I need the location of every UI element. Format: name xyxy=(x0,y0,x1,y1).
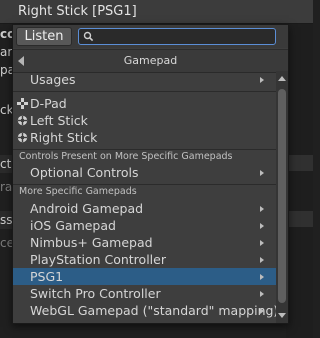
chevron-right-icon xyxy=(260,257,264,263)
chevron-right-icon xyxy=(260,170,264,176)
item-label: Left Stick xyxy=(30,113,88,128)
item-label: PSG1 xyxy=(30,269,64,284)
list-item-gamepad[interactable]: WebGL Gamepad ("standard" mapping) xyxy=(13,302,276,319)
window-title: Right Stick [PSG1] xyxy=(0,0,313,24)
search-input[interactable] xyxy=(97,29,272,44)
listen-button[interactable]: Listen xyxy=(16,27,72,46)
search-icon xyxy=(83,31,94,42)
chevron-right-icon xyxy=(260,223,264,229)
item-label: Android Gamepad xyxy=(30,201,144,216)
list-item-gamepad-selected[interactable]: PSG1 xyxy=(13,268,276,285)
item-label: PlayStation Controller xyxy=(30,252,166,267)
list-item-gamepad[interactable]: Switch Pro Controller xyxy=(13,285,276,302)
chevron-right-icon xyxy=(260,77,264,83)
item-label: Nimbus+ Gamepad xyxy=(30,235,153,250)
chevron-right-icon xyxy=(260,274,264,280)
bg-fragment: ra xyxy=(0,180,13,194)
item-label: Optional Controls xyxy=(30,165,139,180)
chevron-right-icon xyxy=(260,291,264,297)
dpad-icon xyxy=(17,98,28,109)
list-item-gamepad[interactable]: Nimbus+ Gamepad xyxy=(13,234,276,251)
scroll-down-arrow-icon[interactable] xyxy=(278,313,286,318)
item-label: WebGL Gamepad ("standard" mapping) xyxy=(30,303,276,318)
chevron-right-icon xyxy=(260,240,264,246)
scroll-up-arrow-icon[interactable] xyxy=(278,76,286,81)
list-item-gamepad[interactable]: Android Gamepad xyxy=(13,200,276,217)
section-header: More Specific Gamepads xyxy=(19,186,137,197)
item-label: iOS Gamepad xyxy=(30,218,116,233)
list-item-gamepad[interactable]: PlayStation Controller xyxy=(13,251,276,268)
section-header: Controls Present on More Specific Gamepa… xyxy=(19,151,233,162)
popup-toolbar: Listen xyxy=(13,25,288,48)
stick-icon xyxy=(17,115,28,126)
item-label: D-Pad xyxy=(30,96,67,111)
item-label: Right Stick xyxy=(30,130,98,145)
chevron-right-icon xyxy=(260,206,264,212)
scrollbar-thumb[interactable] xyxy=(278,89,286,303)
list-item-right-stick[interactable]: Right Stick xyxy=(13,129,276,146)
stick-icon xyxy=(17,132,28,143)
list-item-optional-controls[interactable]: Optional Controls xyxy=(13,164,276,181)
chevron-right-icon xyxy=(260,308,264,314)
list-item-usages[interactable]: Usages xyxy=(13,71,276,88)
popup-header: Gamepad xyxy=(13,49,288,73)
item-label: Usages xyxy=(30,72,76,87)
control-picker-popup: Listen Gamepad Usages D-Pad Left Stick R… xyxy=(12,24,289,324)
search-box[interactable] xyxy=(78,28,276,45)
list-item-left-stick[interactable]: Left Stick xyxy=(13,112,276,129)
scrollbar[interactable] xyxy=(276,71,288,323)
header-title: Gamepad xyxy=(123,54,178,67)
item-label: Switch Pro Controller xyxy=(30,286,161,301)
control-list: Usages D-Pad Left Stick Right Stick Cont… xyxy=(13,71,276,323)
list-item-gamepad[interactable]: iOS Gamepad xyxy=(13,217,276,234)
list-item-dpad[interactable]: D-Pad xyxy=(13,95,276,112)
